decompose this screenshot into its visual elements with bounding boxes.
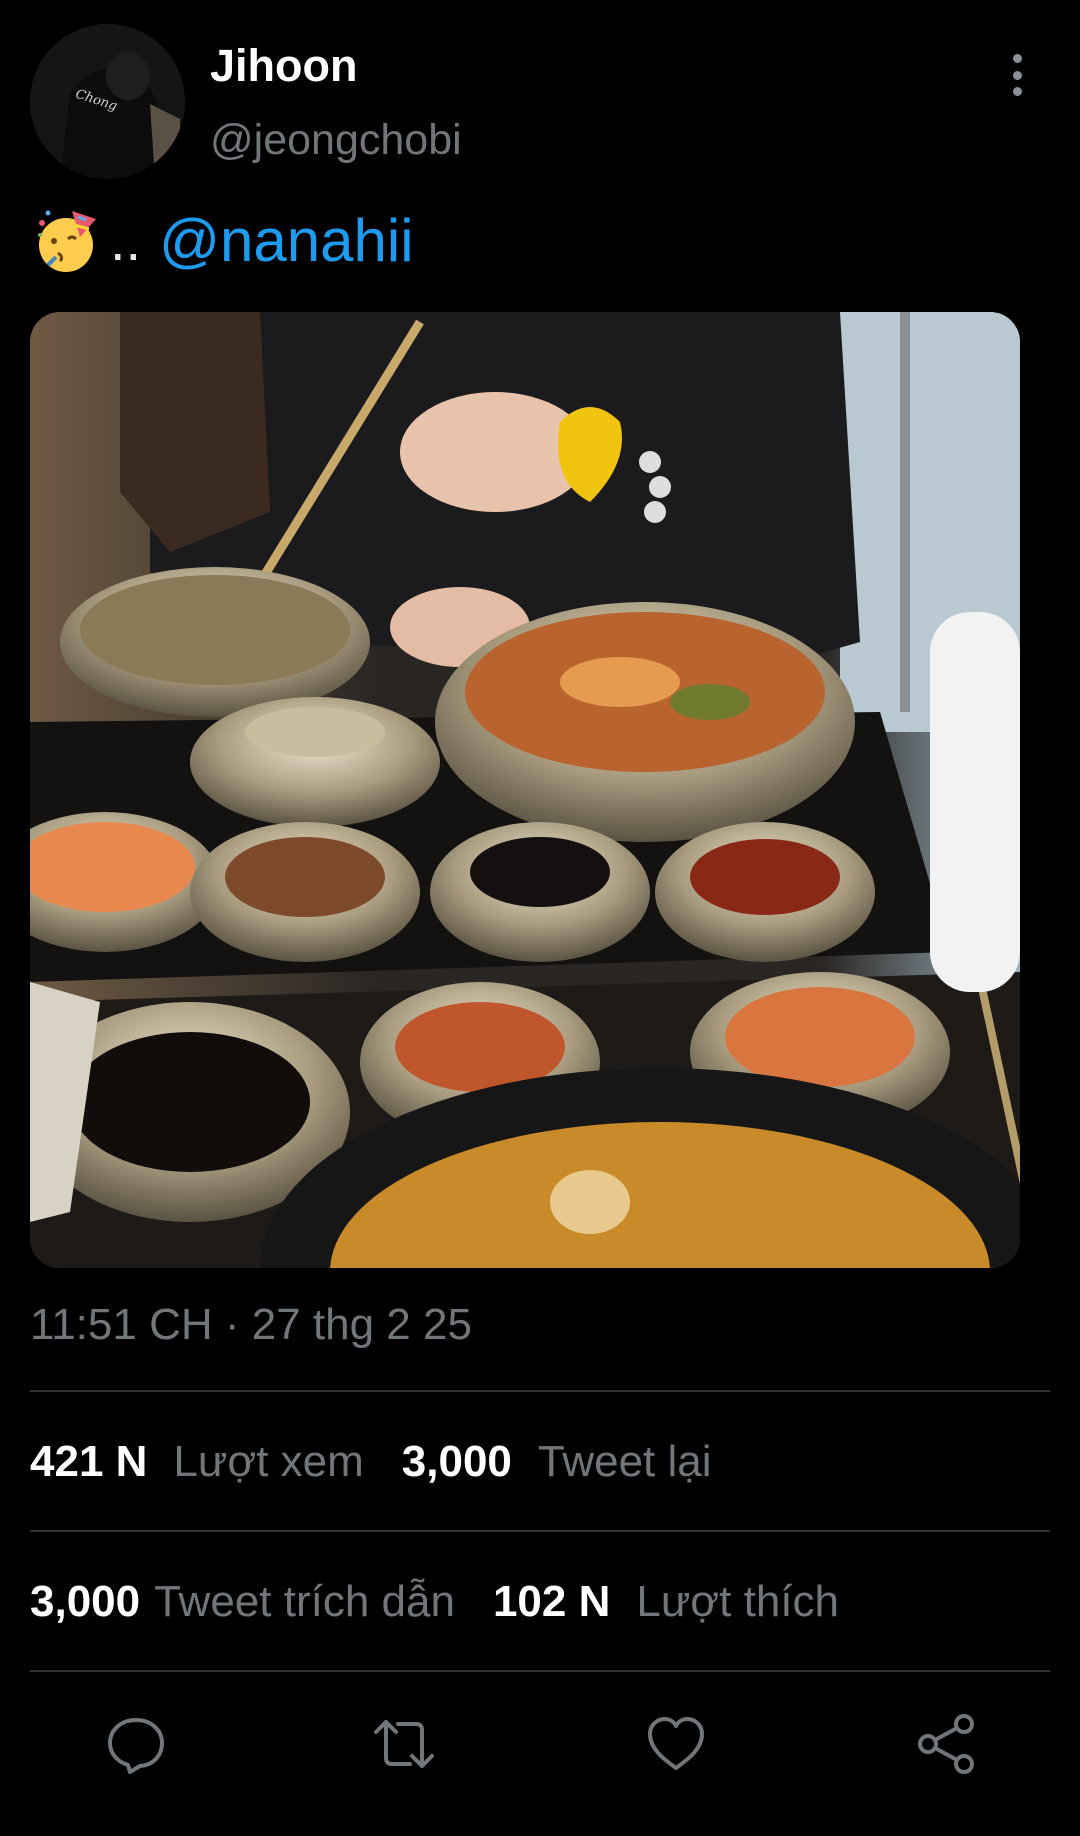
- avatar[interactable]: Chong: [30, 24, 185, 179]
- share-icon: [918, 1714, 974, 1774]
- divider: [30, 1390, 1050, 1392]
- heart-icon: [648, 1717, 704, 1770]
- likes-count[interactable]: 102 N: [493, 1577, 610, 1627]
- tweet-timestamp[interactable]: 11:51 CH · 27 thg 2 25: [30, 1300, 472, 1350]
- share-button[interactable]: [914, 1712, 978, 1776]
- reply-icon: [108, 1718, 164, 1774]
- stats-row-quotes-likes: 3,000 Tweet trích dẫn 102 N Lượt thích: [30, 1562, 877, 1642]
- retweets-count[interactable]: 3,000: [402, 1437, 512, 1487]
- avatar-image: Chong: [30, 24, 185, 179]
- like-button[interactable]: [644, 1712, 708, 1776]
- tweet-detail-page: Chong Jihoon @jeongchobi .. @nanahii 11:…: [0, 0, 1080, 1836]
- quotes-count[interactable]: 3,000: [30, 1577, 140, 1627]
- tweet-photo[interactable]: [30, 312, 1020, 1268]
- action-bar: [0, 1690, 1080, 1800]
- quotes-label[interactable]: Tweet trích dẫn: [154, 1577, 455, 1627]
- partying-face-emoji-icon: [38, 210, 96, 272]
- tweet-text: .. @nanahii: [34, 200, 414, 280]
- more-options-button[interactable]: [995, 50, 1039, 100]
- more-dot-icon: [1012, 54, 1022, 63]
- author-handle[interactable]: @jeongchobi: [210, 116, 462, 165]
- retweets-label[interactable]: Tweet lại: [538, 1437, 712, 1487]
- author-display-name[interactable]: Jihoon: [210, 40, 357, 92]
- tweet-text-dots: ..: [110, 208, 142, 272]
- reply-button[interactable]: [104, 1712, 168, 1776]
- mention-link[interactable]: @nanahii: [159, 206, 413, 275]
- photo-korean-meal-image: [30, 312, 1020, 1268]
- stats-row-views-retweets: 421 N Lượt xem 3,000 Tweet lại: [30, 1422, 750, 1502]
- more-dot-icon: [1012, 87, 1022, 96]
- views-label: Lượt xem: [173, 1437, 364, 1486]
- likes-label[interactable]: Lượt thích: [636, 1577, 839, 1627]
- divider: [30, 1530, 1050, 1532]
- retweet-icon: [374, 1720, 434, 1768]
- retweet-button[interactable]: [372, 1712, 436, 1776]
- more-dot-icon: [1012, 70, 1022, 80]
- views-count: 421 N: [30, 1437, 148, 1486]
- divider: [30, 1670, 1050, 1672]
